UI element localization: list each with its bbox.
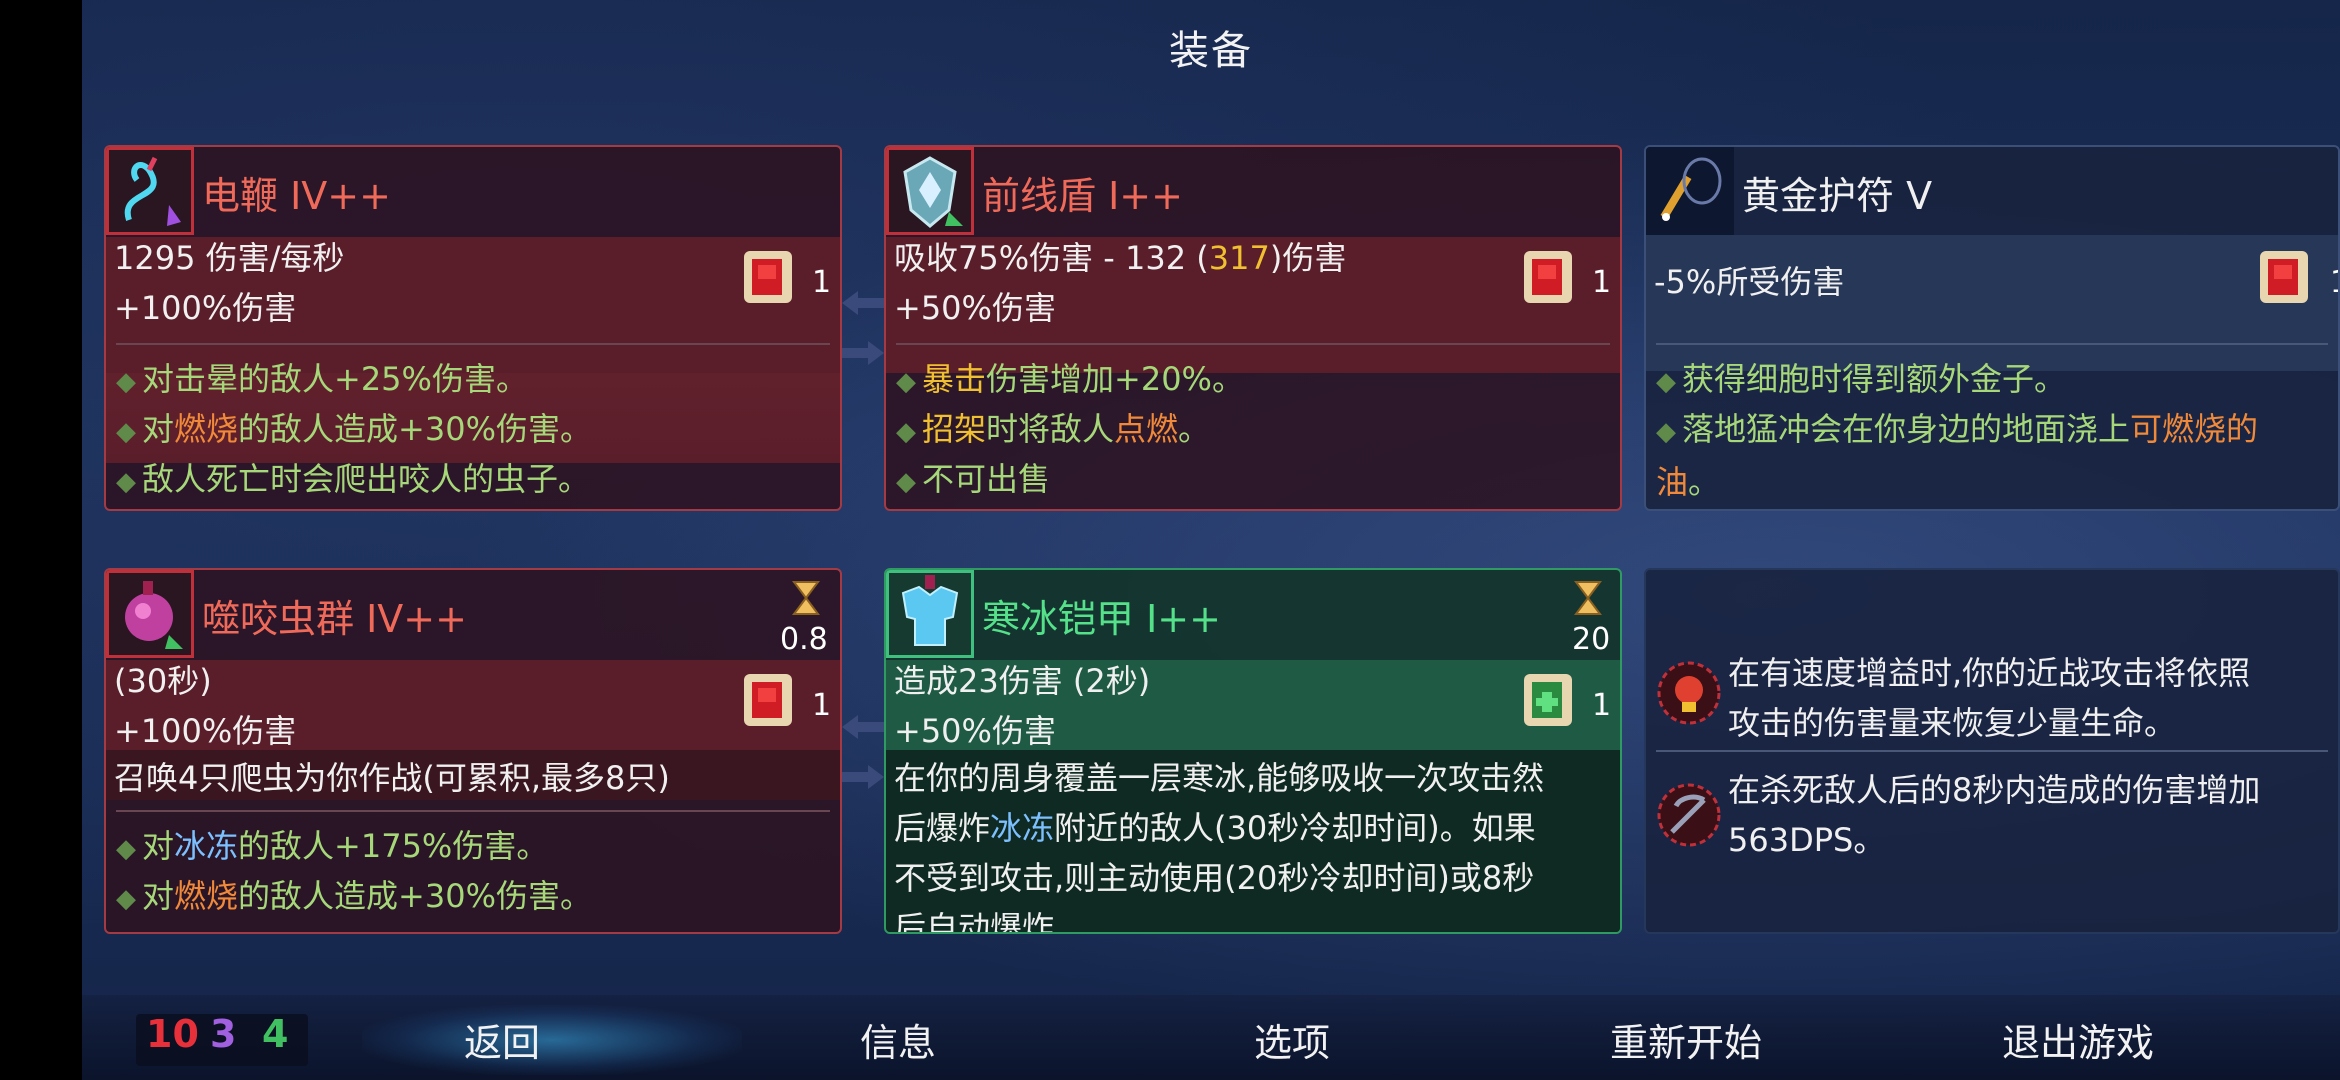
diamond-icon: ◆	[896, 367, 916, 397]
skill-description: 召唤4只爬虫为你作战(可累积,最多8只)	[114, 759, 670, 797]
damage-text: 造成23伤害 (2秒)	[894, 662, 1151, 700]
dps-text: 1295 伤害/每秒	[114, 239, 345, 277]
item-name: 前线盾 I++	[982, 174, 1183, 218]
effect-line: ◆ 暴击伤害增加+20%。	[896, 360, 1244, 398]
weapon-card-whip[interactable]: 电鞭 IV++ 1295 伤害/每秒 +100%伤害 1 ◆ 对击晕的敌人+25%…	[104, 145, 842, 511]
options-button[interactable]: 选项	[1254, 1012, 1330, 1067]
item-name: 电鞭 IV++	[202, 174, 391, 218]
scroll-icon	[1524, 251, 1572, 303]
effect-line: ◆ 落地猛冲会在你身边的地面浇上可燃烧的 油。	[1656, 410, 2259, 501]
item-name: 寒冰铠甲 I++	[982, 597, 1221, 641]
shield-card[interactable]: 前线盾 I++ 吸收75%伤害 - 132 (317)伤害 +50%伤害 1 ◆…	[884, 145, 1622, 511]
divider	[1656, 750, 2328, 752]
diamond-icon: ◆	[896, 417, 916, 447]
info-button[interactable]: 信息	[860, 1012, 936, 1067]
mutation-heal-icon	[1657, 661, 1721, 725]
scroll-count: 1	[1592, 265, 1612, 300]
ice-armor-icon	[886, 570, 974, 658]
menu-selection-highlight	[362, 1005, 742, 1075]
back-button[interactable]: 返回	[464, 1012, 540, 1067]
damage-bonus: +50%伤害	[894, 289, 1056, 327]
diamond-icon: ◆	[116, 417, 136, 447]
skill-description: 在你的周身覆盖一层寒冰,能够吸收一次攻击然 后爆炸冰冻附近的敌人(30秒冷却时间…	[894, 759, 1545, 934]
amulet-icon	[1646, 147, 1734, 235]
scroll-icon	[744, 674, 792, 726]
divider	[1656, 343, 2328, 345]
amulet-card[interactable]: 黄金护符 V -5%所受伤害 1 ◆获得细胞时得到额外金子。 ◆落地猛冲会在你身…	[1644, 145, 2340, 511]
duration-text: (30秒)	[114, 662, 212, 700]
swap-left-arrow-icon[interactable]	[840, 288, 886, 318]
swarm-icon	[106, 570, 194, 658]
scroll-count: 1	[812, 265, 832, 300]
scroll-count: 1	[2330, 265, 2338, 300]
hourglass-icon	[792, 581, 820, 615]
quit-game-button[interactable]: 退出游戏	[2002, 1012, 2154, 1067]
swap-right-arrow-icon[interactable]	[840, 338, 886, 368]
scroll-count: 1	[1592, 688, 1612, 723]
effect-line: ◆ 对击晕的敌人+25%伤害。	[116, 360, 528, 398]
diamond-icon: ◆	[116, 834, 136, 864]
diamond-icon: ◆	[116, 467, 136, 497]
item-name: 黄金护符 V	[1742, 174, 1933, 218]
effect-line: ◆ 获得细胞时得到额外金子。	[1656, 360, 2067, 398]
red-scroll-count: 10	[146, 1012, 199, 1056]
swap-right-arrow-icon[interactable]	[840, 762, 886, 792]
diamond-icon: ◆	[116, 367, 136, 397]
whip-icon	[106, 147, 194, 235]
game-screen: 装备 电鞭 IV++ 1295 伤害/每秒 +100%伤害 1 ◆ 对击晕的敌人+…	[82, 0, 2340, 1080]
skill-card-ice-armor[interactable]: 寒冰铠甲 I++ 20 造成23伤害 (2秒) +50%伤害 1 在你的周身覆盖…	[884, 568, 1622, 934]
cooldown-value: 20	[1572, 622, 1611, 657]
hourglass-icon	[1574, 581, 1602, 615]
diamond-icon: ◆	[1656, 367, 1676, 397]
diamond-icon: ◆	[116, 884, 136, 914]
effect-line: ◆ 招架时将敌人点燃。	[896, 410, 1211, 448]
restart-button[interactable]: 重新开始	[1610, 1012, 1762, 1067]
mutation-description: 在杀死敌人后的8秒内造成的伤害增加 563DPS。	[1728, 771, 2261, 859]
mutations-card[interactable]: 在有速度增益时,你的近战攻击将依照 攻击的伤害量来恢复少量生命。 在杀死敌人后的…	[1644, 568, 2340, 934]
purple-scroll-count: 3	[210, 1012, 237, 1056]
shield-icon	[886, 147, 974, 235]
scroll-count: 1	[812, 688, 832, 723]
divider	[116, 810, 830, 812]
scroll-icon	[744, 251, 792, 303]
stats-band	[1646, 235, 2338, 371]
effect-line: ◆ 对燃烧的敌人造成+30%伤害。	[116, 877, 592, 915]
damage-bonus: +50%伤害	[894, 712, 1056, 750]
skill-card-swarm[interactable]: 噬咬虫群 IV++ 0.8 (30秒) +100%伤害 1 召唤4只爬虫为你作战…	[104, 568, 842, 934]
divider	[896, 343, 1610, 345]
block-text: 吸收75%伤害 - 132 (317)伤害	[894, 239, 1347, 277]
effect-line: ◆ 不可出售	[896, 460, 1051, 498]
resist-text: -5%所受伤害	[1654, 263, 1845, 301]
cooldown-value: 0.8	[780, 622, 828, 657]
green-scroll-count: 4	[262, 1012, 289, 1056]
damage-bonus: +100%伤害	[114, 712, 297, 750]
page-title: 装备	[1169, 28, 1253, 74]
effect-line: ◆ 对冰冻的敌人+175%伤害。	[116, 827, 549, 865]
scroll-icon	[1524, 674, 1572, 726]
mutation-kill-icon	[1657, 783, 1721, 847]
swap-left-arrow-icon[interactable]	[840, 712, 886, 742]
scroll-icon	[2260, 251, 2308, 303]
effect-line: ◆ 敌人死亡时会爬出咬人的虫子。	[116, 460, 591, 498]
item-name: 噬咬虫群 IV++	[202, 597, 467, 641]
damage-bonus: +100%伤害	[114, 289, 297, 327]
diamond-icon: ◆	[1656, 417, 1676, 447]
divider	[116, 343, 830, 345]
effect-line: ◆ 对燃烧的敌人造成+30%伤害。	[116, 410, 592, 448]
diamond-icon: ◆	[896, 467, 916, 497]
mutation-description: 在有速度增益时,你的近战攻击将依照 攻击的伤害量来恢复少量生命。	[1728, 654, 2251, 742]
